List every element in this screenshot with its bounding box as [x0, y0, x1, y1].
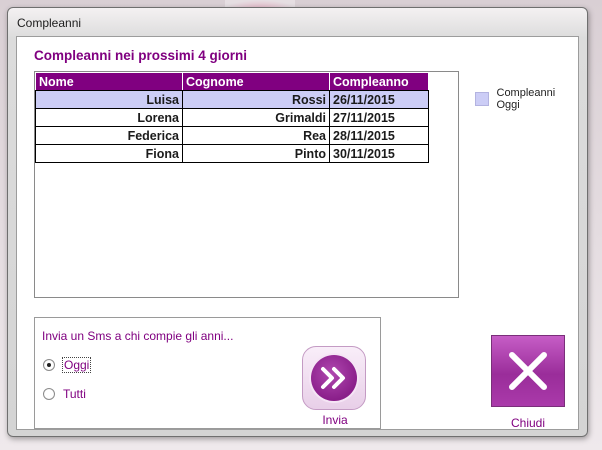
- cell-nome: Lorena: [35, 108, 183, 127]
- cell-nome: Federica: [35, 126, 183, 145]
- radio-tutti-label[interactable]: Tutti: [63, 387, 86, 401]
- sms-group-box: Invia un Sms a chi compie gli anni... Og…: [34, 317, 381, 429]
- title-bar[interactable]: Compleanni: [8, 8, 587, 36]
- double-chevron-right-icon: [311, 355, 357, 401]
- legend: Compleanni Oggi: [475, 87, 578, 111]
- chiudi-label[interactable]: Chiudi: [491, 416, 565, 430]
- radio-tutti-option[interactable]: Tutti: [43, 387, 86, 401]
- cell-compleanno: 30/11/2015: [329, 144, 429, 163]
- radio-oggi[interactable]: [43, 359, 55, 371]
- birthday-table: Nome Cognome Compleanno Luisa Rossi 26/1…: [35, 72, 429, 163]
- table-header-row: Nome Cognome Compleanno: [35, 72, 429, 91]
- chiudi-button[interactable]: [491, 335, 565, 407]
- birthday-grid[interactable]: Nome Cognome Compleanno Luisa Rossi 26/1…: [34, 71, 459, 298]
- cell-nome: Fiona: [35, 144, 183, 163]
- radio-tutti[interactable]: [43, 388, 55, 400]
- table-row[interactable]: Luisa Rossi 26/11/2015: [35, 90, 429, 109]
- cell-nome: Luisa: [35, 90, 183, 109]
- column-header-compleanno[interactable]: Compleanno: [329, 72, 429, 91]
- table-row[interactable]: Federica Rea 28/11/2015: [35, 126, 429, 145]
- column-header-cognome[interactable]: Cognome: [182, 72, 330, 91]
- window-client-area: Compleanni nei prossimi 4 giorni Nome Co…: [16, 36, 579, 430]
- column-header-nome[interactable]: Nome: [35, 72, 183, 91]
- compleanni-window: Compleanni Compleanni nei prossimi 4 gio…: [7, 7, 588, 437]
- radio-oggi-label[interactable]: Oggi: [61, 357, 92, 373]
- page-title: Compleanni nei prossimi 4 giorni: [34, 48, 248, 63]
- radio-oggi-option[interactable]: Oggi: [43, 357, 92, 373]
- legend-label: Compleanni Oggi: [496, 87, 556, 111]
- legend-swatch: [475, 92, 489, 106]
- sms-group-title: Invia un Sms a chi compie gli anni...: [42, 329, 234, 343]
- cell-compleanno: 26/11/2015: [329, 90, 429, 109]
- invia-label[interactable]: Invia: [303, 413, 367, 427]
- cell-cognome: Rea: [182, 126, 330, 145]
- table-row[interactable]: Fiona Pinto 30/11/2015: [35, 144, 429, 163]
- cell-compleanno: 28/11/2015: [329, 126, 429, 145]
- table-row[interactable]: Lorena Grimaldi 27/11/2015: [35, 108, 429, 127]
- invia-button[interactable]: [302, 346, 366, 410]
- cell-cognome: Pinto: [182, 144, 330, 163]
- window-title: Compleanni: [17, 16, 82, 30]
- cell-compleanno: 27/11/2015: [329, 108, 429, 127]
- cell-cognome: Rossi: [182, 90, 330, 109]
- cell-cognome: Grimaldi: [182, 108, 330, 127]
- close-x-icon: [509, 352, 547, 390]
